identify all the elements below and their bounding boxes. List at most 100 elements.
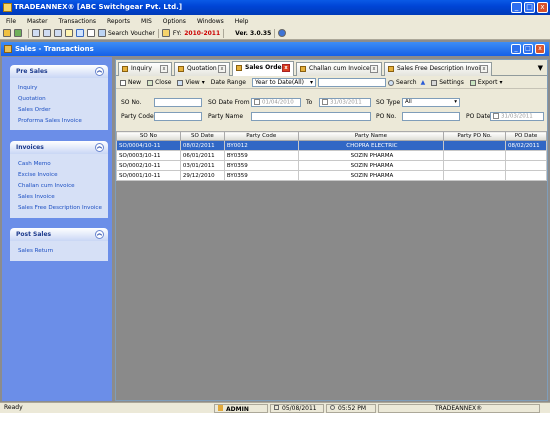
- checkbox[interactable]: [254, 99, 260, 105]
- po-no-label: PO No.: [376, 113, 397, 120]
- nav-link-sales-order[interactable]: Sales Order: [18, 105, 108, 116]
- tab-sales-order[interactable]: Sales Order x: [232, 61, 294, 76]
- tab-close-icon[interactable]: x: [282, 64, 290, 72]
- menu-file[interactable]: File: [6, 18, 16, 25]
- tab-close-icon[interactable]: x: [480, 65, 488, 73]
- list-icon[interactable]: [54, 29, 62, 37]
- cell-so-date: 08/02/2011: [179, 140, 225, 151]
- nav-link-excise-invoice[interactable]: Excise Invoice: [18, 170, 108, 181]
- settings-button[interactable]: Settings: [431, 79, 464, 86]
- nav-link-sales-invoice[interactable]: Sales Invoice: [18, 192, 108, 203]
- party-name-input[interactable]: [251, 112, 371, 121]
- tab-close-icon[interactable]: x: [218, 65, 226, 73]
- table-header-row: SO No SO Date Party Code Party Name Part…: [116, 131, 548, 141]
- column-header-party-po-no[interactable]: Party PO No.: [443, 131, 506, 141]
- nav-link-proforma-sales-invoice[interactable]: Proforma Sales Invoice: [18, 116, 108, 127]
- panel-header-post-sales[interactable]: Post Sales ︽: [10, 228, 108, 241]
- export-button[interactable]: Export ▾: [469, 79, 503, 86]
- party-code-input[interactable]: [154, 112, 202, 121]
- folder-icon[interactable]: [3, 29, 11, 37]
- column-header-party-code[interactable]: Party Code: [223, 131, 299, 141]
- table-row[interactable]: SO/0004/10-11 08/02/2011 BY0012 CHOPRA E…: [116, 140, 548, 151]
- column-header-po-date[interactable]: PO Date: [504, 131, 548, 141]
- date-range-select[interactable]: Year to Date(All) ▾: [251, 78, 316, 87]
- maximize-button[interactable]: □: [524, 2, 535, 13]
- new-label: New: [128, 79, 142, 86]
- child-minimize-button[interactable]: _: [511, 44, 521, 54]
- search-button[interactable]: Search ▲: [387, 79, 426, 86]
- checkbox[interactable]: [322, 99, 328, 105]
- sales-window-icon: [4, 45, 12, 53]
- cell-po-date: [504, 170, 548, 181]
- cell-party-name: SOZIN PHARMA: [297, 170, 445, 181]
- tab-overflow-icon[interactable]: ▼: [538, 64, 543, 72]
- panel-body-pre-sales: Inquiry Quotation Sales Order Proforma S…: [10, 78, 108, 130]
- exit-icon[interactable]: [14, 29, 22, 37]
- nav-link-cash-memo[interactable]: Cash Memo: [18, 159, 108, 170]
- menu-bar: File Master Transactions Reports MIS Opt…: [0, 15, 550, 27]
- tab-quotation[interactable]: Quotation x: [174, 62, 230, 76]
- fy-value: 2010-2011: [184, 29, 221, 37]
- tab-sales-free-description-invoice[interactable]: Sales Free Description Invoi... x: [384, 62, 492, 76]
- panel-header-invoices[interactable]: Invoices ︽: [10, 141, 108, 154]
- tab-label: Inquiry: [131, 65, 152, 72]
- so-date-to-input[interactable]: 31/03/2011: [319, 98, 371, 107]
- new-button[interactable]: New: [120, 79, 141, 86]
- tab-challan-cum-invoice[interactable]: Challan cum Invoice x: [296, 62, 382, 76]
- nav-link-sales-return[interactable]: Sales Return: [18, 246, 108, 257]
- po-no-input[interactable]: [402, 112, 460, 121]
- chevron-down-icon: ▾: [201, 79, 205, 86]
- nav-link-inquiry[interactable]: Inquiry: [18, 83, 108, 94]
- tab-close-icon[interactable]: x: [370, 65, 378, 73]
- document-icon: [122, 66, 128, 72]
- view-icon: [177, 79, 184, 86]
- po-date-input[interactable]: 31/03/2011: [490, 112, 544, 121]
- menu-master[interactable]: Master: [27, 18, 48, 25]
- notepad-icon[interactable]: [65, 29, 73, 37]
- so-no-input[interactable]: [154, 98, 202, 107]
- view-label: View: [185, 79, 200, 86]
- cell-so-no: SO/0003/10-11: [116, 150, 181, 161]
- tab-inquiry[interactable]: Inquiry x: [118, 62, 172, 76]
- table-row[interactable]: SO/0001/10-11 29/12/2010 BY0359 SOZIN PH…: [116, 170, 548, 181]
- collapse-chevron-icon[interactable]: ︽: [95, 143, 104, 152]
- child-close-button[interactable]: x: [535, 44, 545, 54]
- menu-reports[interactable]: Reports: [107, 18, 130, 25]
- info-icon[interactable]: [278, 29, 287, 37]
- calculator-icon[interactable]: [32, 29, 40, 37]
- panel-header-pre-sales[interactable]: Pre Sales ︽: [10, 65, 108, 78]
- child-maximize-button[interactable]: □: [523, 44, 533, 54]
- column-header-so-date[interactable]: SO Date: [179, 131, 225, 141]
- cell-so-date: 03/01/2011: [179, 160, 225, 171]
- menu-help[interactable]: Help: [235, 18, 249, 25]
- collapse-chevron-icon[interactable]: ︽: [95, 67, 104, 76]
- view-button[interactable]: View ▾: [177, 79, 205, 86]
- nav-link-sales-free-description-invoice[interactable]: Sales Free Description Invoice: [18, 203, 108, 214]
- table-row[interactable]: SO/0003/10-11 06/01/2011 BY0359 SOZIN PH…: [116, 150, 548, 161]
- menu-options[interactable]: Options: [163, 18, 186, 25]
- minimize-button[interactable]: _: [511, 2, 522, 13]
- tab-label: Quotation: [187, 65, 217, 72]
- date-range-label: Date Range: [211, 79, 246, 86]
- grid-icon[interactable]: [43, 29, 51, 37]
- search-text-input[interactable]: [317, 78, 386, 87]
- close-doc-button[interactable]: Close: [147, 79, 171, 86]
- so-date-from-input[interactable]: 01/04/2010: [251, 98, 301, 107]
- arrow-up-icon[interactable]: ▲: [421, 79, 426, 86]
- column-header-so-no[interactable]: SO No: [116, 131, 181, 141]
- search-voucher-button[interactable]: Search Voucher: [98, 29, 155, 37]
- menu-windows[interactable]: Windows: [197, 18, 224, 25]
- print-icon[interactable]: [87, 29, 95, 37]
- nav-link-quotation[interactable]: Quotation: [18, 94, 108, 105]
- so-type-select[interactable]: All ▾: [402, 98, 460, 107]
- checkbox[interactable]: [493, 113, 499, 119]
- menu-mis[interactable]: MIS: [141, 18, 152, 25]
- tab-close-icon[interactable]: x: [160, 65, 168, 73]
- collapse-chevron-icon[interactable]: ︽: [95, 230, 104, 239]
- nav-link-challan-cum-invoice[interactable]: Challan cum Invoice: [18, 181, 108, 192]
- column-header-party-name[interactable]: Party Name: [297, 131, 445, 141]
- close-button[interactable]: x: [537, 2, 548, 13]
- table-row[interactable]: SO/0002/10-11 03/01/2011 BY0359 SOZIN PH…: [116, 160, 548, 171]
- menu-transactions[interactable]: Transactions: [59, 18, 96, 25]
- help-doc-icon[interactable]: [76, 29, 84, 37]
